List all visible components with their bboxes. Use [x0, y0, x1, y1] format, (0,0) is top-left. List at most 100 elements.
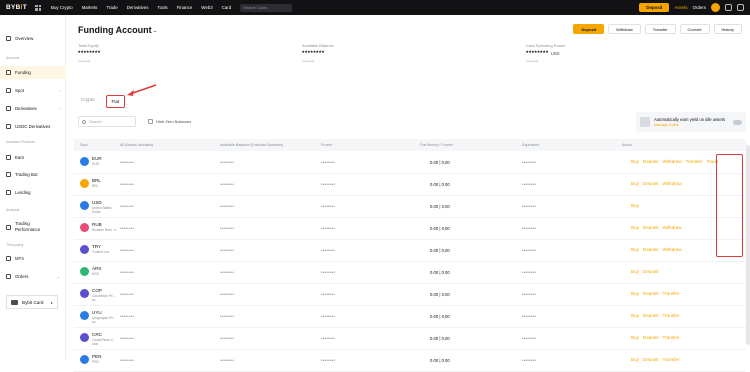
- manage-coins-link[interactable]: Manage Coins: [654, 123, 725, 127]
- transfer-button[interactable]: Transfer: [644, 24, 676, 34]
- deposit-button[interactable]: Deposit: [573, 24, 605, 34]
- action-deposit-link[interactable]: Deposit: [643, 159, 659, 164]
- sidebar-item-earn[interactable]: Earn: [0, 151, 66, 163]
- sidebar-item-label: USDC Derivatives: [15, 123, 51, 129]
- stat-value: ********: [302, 51, 325, 57]
- currency-icon: [80, 223, 89, 232]
- hide-zero-balances-checkbox[interactable]: Hide Zero Balances: [148, 119, 191, 124]
- nav-tools[interactable]: Tools: [157, 5, 167, 10]
- action-transfer-link[interactable]: Transfer: [663, 291, 680, 296]
- nav-buy-crypto[interactable]: Buy Crypto: [51, 5, 73, 10]
- bybit-card-button[interactable]: Bybit Card ▸: [6, 295, 58, 309]
- row-actions: Buy Deposit Withdraw: [631, 225, 682, 230]
- action-buy-link[interactable]: Buy: [631, 159, 639, 164]
- frozen-balance: ********: [321, 358, 336, 363]
- action-buy-link[interactable]: Buy: [631, 291, 639, 296]
- equivalent-value: ********: [522, 314, 537, 319]
- mt4-icon: [6, 255, 11, 261]
- sidebar-item-usdc-derivatives[interactable]: USDC Derivatives: [0, 120, 66, 132]
- action-buy-link[interactable]: Buy: [631, 269, 639, 274]
- sidebar-item-derivatives[interactable]: Derivatives ›: [0, 102, 66, 114]
- action-withdraw-link[interactable]: Withdraw: [663, 247, 682, 252]
- nav-markets[interactable]: Markets: [82, 5, 98, 10]
- assets-menu[interactable]: Assets: [674, 5, 687, 10]
- action-buy-link[interactable]: Buy: [631, 203, 639, 208]
- card-spending-power-stat: Card Spending Power ******** USD ********: [526, 43, 565, 64]
- sidebar-item-mt4[interactable]: MT4: [0, 252, 66, 264]
- asset-search-input[interactable]: Search: [78, 116, 136, 127]
- stat-label: Total Equity: [78, 43, 99, 48]
- column-header-frozen[interactable]: Frozen: [321, 143, 332, 147]
- sidebar-item-trading-bot[interactable]: Trading Bot: [0, 168, 66, 180]
- history-button[interactable]: History: [713, 24, 742, 34]
- action-withdraw-link[interactable]: Withdraw: [663, 159, 682, 164]
- top-deposit-button[interactable]: Deposit: [639, 3, 670, 12]
- sidebar-item-lending[interactable]: Lending: [0, 186, 66, 198]
- action-transfer-link[interactable]: Transfer: [663, 335, 680, 340]
- currency-icon: [80, 267, 89, 276]
- available-balance: ********: [220, 358, 235, 363]
- column-header-spot[interactable]: Spot: [80, 143, 88, 147]
- sidebar-item-orders[interactable]: Orders ⌄: [0, 270, 66, 282]
- nav-card[interactable]: Card: [222, 5, 232, 10]
- action-transfer-link[interactable]: Transfer: [663, 313, 680, 318]
- action-withdraw-link[interactable]: Withdraw: [663, 181, 682, 186]
- usdc-icon: [6, 123, 11, 129]
- action-deposit-link[interactable]: Deposit: [643, 291, 659, 296]
- tab-crypto[interactable]: Crypto: [78, 95, 98, 108]
- table-row: PEN PEN ******** ******** ******** 0.00 | 0.0…: [74, 350, 746, 372]
- action-buy-link[interactable]: Buy: [631, 335, 639, 340]
- auto-earn-toggle[interactable]: [733, 119, 742, 125]
- column-header-equivalent[interactable]: Equivalent: [522, 143, 539, 147]
- search-icon: [82, 119, 86, 124]
- nav-derivatives[interactable]: Derivatives: [127, 5, 149, 10]
- stat-value-text: ********: [526, 51, 549, 57]
- currency-icon: [80, 289, 89, 298]
- action-deposit-link[interactable]: Deposit: [643, 181, 659, 186]
- action-withdraw-link[interactable]: Withdraw: [663, 225, 682, 230]
- stat-unit: USD: [550, 51, 560, 56]
- all-balance: ********: [120, 204, 135, 209]
- sidebar-item-overview[interactable]: Overview: [0, 32, 66, 44]
- convert-button[interactable]: Convert: [679, 24, 710, 34]
- sidebar-item-spot[interactable]: Spot ›: [0, 84, 66, 96]
- avatar[interactable]: [711, 3, 720, 12]
- orders-menu[interactable]: Orders: [693, 5, 706, 10]
- currency-code: CRC: [92, 332, 102, 337]
- eye-icon[interactable]: ⌁: [154, 29, 157, 35]
- action-buy-link[interactable]: Buy: [631, 225, 639, 230]
- scrollbar[interactable]: [746, 145, 750, 345]
- table-row: RUB Russian Rubl.. e ******** ******** *****…: [74, 218, 746, 240]
- currency-code: TRY: [92, 244, 102, 249]
- action-buy-link[interactable]: Buy: [631, 313, 639, 318]
- sidebar-item-trading-performance[interactable]: Trading Performance: [0, 218, 66, 236]
- all-balance: ********: [120, 358, 135, 363]
- currency-code: BRL: [92, 178, 101, 183]
- nav-web3[interactable]: Web3: [201, 5, 212, 10]
- action-deposit-link[interactable]: Deposit: [643, 313, 659, 318]
- nav-trade[interactable]: Trade: [106, 5, 117, 10]
- sidebar-group-invested: Invested Products: [6, 140, 35, 144]
- sidebar-item-funding[interactable]: Funding: [0, 66, 66, 79]
- coin-search-input[interactable]: Search Coins: [240, 3, 293, 12]
- action-deposit-link[interactable]: Deposit: [643, 335, 659, 340]
- bybit-logo[interactable]: BYBIT: [6, 4, 27, 11]
- action-deposit-link[interactable]: Deposit: [643, 247, 659, 252]
- column-header-all[interactable]: All (Bonus Included): [120, 143, 153, 147]
- action-buy-link[interactable]: Buy: [631, 181, 639, 186]
- table-row: CRC Costa Rican C... olón ******** ********…: [74, 328, 746, 350]
- notification-bell-icon[interactable]: [725, 4, 732, 11]
- action-buy-link[interactable]: Buy: [631, 247, 639, 252]
- tab-fiat[interactable]: Fiat: [105, 95, 126, 108]
- action-deposit-link[interactable]: Deposit: [643, 269, 659, 274]
- apps-grid-icon[interactable]: [35, 4, 42, 11]
- nav-finance[interactable]: Finance: [177, 5, 193, 10]
- frozen-balance: ********: [321, 182, 336, 187]
- settings-gear-icon[interactable]: [737, 4, 744, 11]
- action-deposit-link[interactable]: Deposit: [643, 225, 659, 230]
- column-header-action: Action: [622, 143, 633, 147]
- column-header-fiat-money[interactable]: Fiat Money / Frozen: [420, 143, 453, 147]
- column-header-available[interactable]: Available Balance (Excludes Bonuses): [220, 143, 283, 147]
- withdraw-button[interactable]: Withdraw: [608, 24, 641, 34]
- action-transfer-link[interactable]: Transfer: [686, 159, 703, 164]
